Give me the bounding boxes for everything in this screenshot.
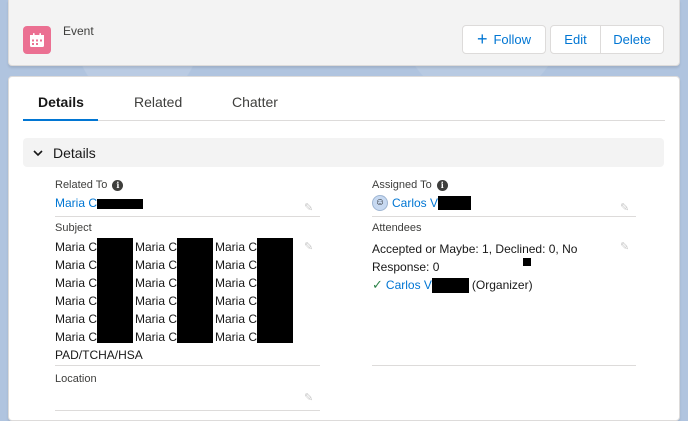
delete-button[interactable]: Delete	[601, 25, 664, 54]
related-to-link[interactable]: Maria C	[55, 196, 97, 210]
record-detail-card: Details Related Chatter Details Related …	[8, 76, 680, 421]
location-field: Location ✎	[55, 373, 320, 411]
redaction-box	[97, 238, 133, 343]
redaction-box	[257, 238, 293, 343]
subject-field: Subject Maria C Maria C Maria C Maria C …	[55, 222, 320, 366]
attendees-field: Attendees Accepted or Maybe: 1, Declined…	[372, 222, 636, 366]
redaction-box	[177, 238, 213, 343]
redaction-box	[438, 196, 472, 210]
edit-pencil-icon[interactable]: ✎	[304, 391, 314, 404]
info-icon[interactable]: i	[436, 179, 448, 191]
record-type-label: Event	[63, 24, 94, 38]
subject-value: Maria C Maria C Maria C Maria C Maria C …	[55, 238, 320, 362]
record-header: Event + Follow Edit Delete	[8, 0, 680, 66]
redaction-box	[523, 258, 531, 266]
follow-button-wrap: + Follow	[462, 25, 546, 54]
edit-button[interactable]: Edit	[550, 25, 601, 54]
edit-pencil-icon[interactable]: ✎	[304, 240, 314, 253]
tab-related[interactable]: Related	[134, 94, 182, 110]
related-to-label: Related To i	[55, 179, 320, 191]
edit-pencil-icon[interactable]: ✎	[620, 201, 630, 214]
calendar-icon	[23, 26, 51, 54]
plus-icon: +	[476, 28, 488, 49]
tab-chatter[interactable]: Chatter	[232, 94, 278, 110]
assigned-to-field: Assigned To i ☺ Carlos V ✎	[372, 179, 636, 217]
attendee-role: (Organizer)	[471, 278, 533, 292]
attendee-item: ✓ Carlos V (Organizer)	[372, 277, 636, 293]
attendees-label: Attendees	[372, 222, 422, 234]
user-avatar-icon: ☺	[372, 195, 388, 211]
attendee-link[interactable]: Carlos V	[386, 278, 432, 292]
tab-details[interactable]: Details	[38, 94, 84, 110]
edit-delete-group: Edit Delete	[550, 25, 664, 54]
edit-pencil-icon[interactable]: ✎	[304, 201, 314, 214]
tab-bar: Details Related Chatter	[23, 77, 665, 121]
follow-label: Follow	[493, 32, 532, 47]
chevron-down-icon	[33, 149, 43, 156]
related-to-field: Related To i Maria C ✎	[55, 179, 320, 217]
redaction-box	[431, 277, 469, 293]
assigned-to-label: Assigned To i	[372, 179, 636, 191]
active-tab-indicator	[23, 119, 98, 121]
edit-pencil-icon[interactable]: ✎	[620, 240, 630, 253]
checkmark-icon: ✓	[372, 277, 383, 292]
assigned-to-link[interactable]: Carlos V	[392, 194, 438, 212]
subject-label: Subject	[55, 222, 92, 234]
redaction-box	[97, 198, 144, 209]
details-section-header[interactable]: Details	[23, 138, 664, 167]
location-label: Location	[55, 373, 97, 385]
attendees-summary: Accepted or Maybe: 1, Declined: 0, No Re…	[372, 242, 578, 274]
info-icon[interactable]: i	[112, 179, 124, 191]
follow-button[interactable]: + Follow	[462, 25, 546, 54]
section-title: Details	[53, 144, 96, 161]
